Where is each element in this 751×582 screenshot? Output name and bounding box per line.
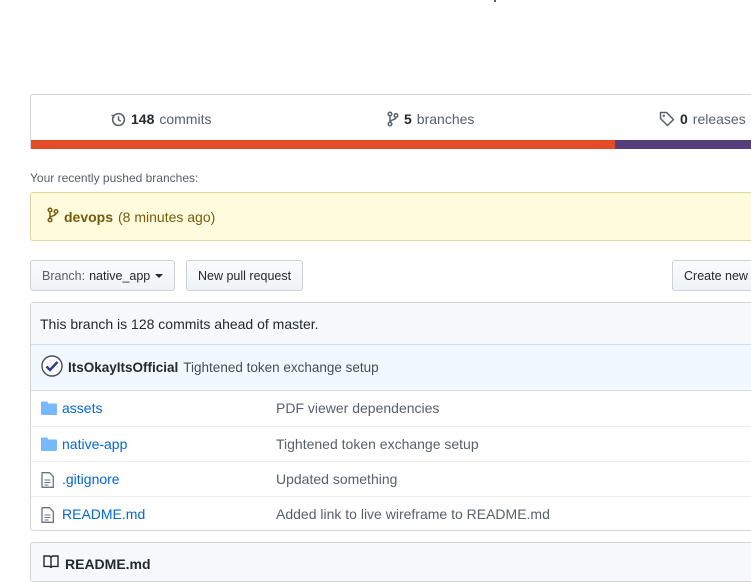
folder-icon <box>41 401 57 418</box>
branch-select-button[interactable]: Branch: native_app <box>30 260 176 291</box>
branch-prefix: Branch: <box>42 268 86 283</box>
branches-link[interactable]: 5 branches <box>387 110 474 128</box>
caret-down-icon <box>155 273 164 278</box>
file-row[interactable]: native-app Tightened token exchange setu… <box>31 426 751 461</box>
file-commit-message[interactable]: PDF viewer dependencies <box>276 400 439 416</box>
commits-count: 148 <box>131 111 155 127</box>
releases-label: releases <box>692 111 746 127</box>
file-name[interactable]: README.md <box>62 506 145 522</box>
branches-count: 5 <box>404 111 412 127</box>
folder-icon <box>41 437 57 454</box>
recent-branches-label: Your recently pushed branches: <box>30 171 199 185</box>
releases-link[interactable]: 0 releases <box>659 110 746 128</box>
stray-dot <box>494 0 496 2</box>
commits-label: commits <box>159 111 212 127</box>
file-icon <box>41 507 54 526</box>
file-icon <box>41 472 54 491</box>
file-name[interactable]: .gitignore <box>62 471 120 487</box>
file-name[interactable]: native-app <box>62 436 127 452</box>
file-commit-message[interactable]: Updated something <box>276 471 397 487</box>
commit-author[interactable]: ItsOkayItsOfficial <box>68 360 178 375</box>
file-row[interactable]: README.md Added link to live wireframe t… <box>31 496 751 531</box>
readme-box: README.md <box>30 542 751 582</box>
language-bar-segment[interactable] <box>31 140 615 149</box>
create-new-file-button[interactable]: Create new <box>672 260 751 291</box>
verified-check-icon <box>41 355 63 380</box>
branch-name: native_app <box>89 268 151 283</box>
latest-commit-bar: ItsOkayItsOfficial Tightened token excha… <box>31 344 751 391</box>
file-commit-message[interactable]: Tightened token exchange setup <box>276 436 479 452</box>
branches-label: branches <box>416 111 475 127</box>
branch-icon <box>387 111 399 127</box>
branch-ahead-notice: This branch is 128 commits ahead of mast… <box>31 303 751 344</box>
file-name[interactable]: assets <box>62 400 102 416</box>
recent-branch-notice: devops (8 minutes ago) <box>30 192 751 241</box>
history-icon <box>111 112 126 127</box>
recent-branch-name[interactable]: devops <box>64 209 113 225</box>
commits-link[interactable]: 148 commits <box>111 110 211 128</box>
language-bar-segment[interactable] <box>615 140 751 149</box>
commit-message[interactable]: Tightened token exchange setup <box>183 360 378 375</box>
tag-icon <box>659 111 675 127</box>
recent-branch-time: (8 minutes ago) <box>118 208 216 225</box>
releases-count: 0 <box>680 111 688 127</box>
new-pull-request-button[interactable]: New pull request <box>186 260 304 291</box>
branch-icon <box>47 207 59 226</box>
file-commit-message[interactable]: Added link to live wireframe to README.m… <box>276 506 550 522</box>
file-row[interactable]: .gitignore Updated something <box>31 461 751 496</box>
file-row[interactable]: assets PDF viewer dependencies <box>31 391 751 426</box>
